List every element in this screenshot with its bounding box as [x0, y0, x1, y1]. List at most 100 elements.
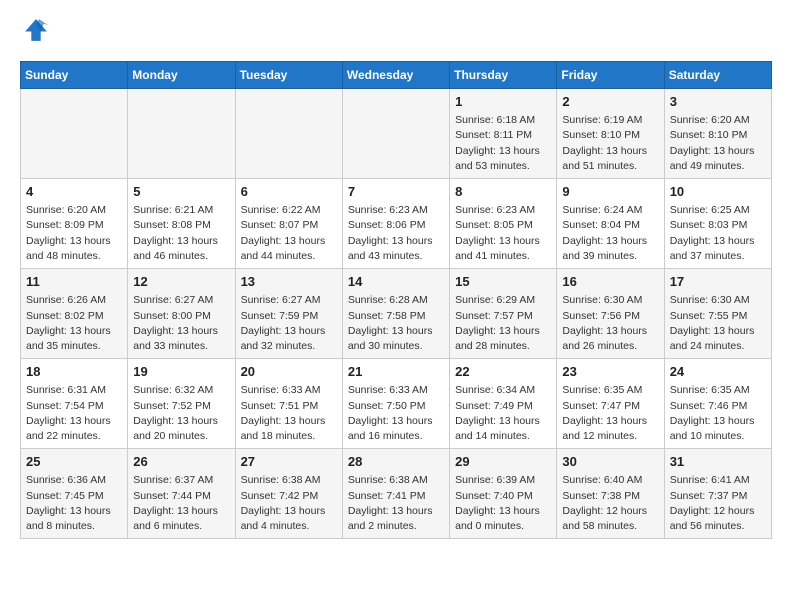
day-info: Sunrise: 6:39 AM Sunset: 7:40 PM Dayligh… [455, 473, 551, 534]
calendar-cell: 7Sunrise: 6:23 AM Sunset: 8:06 PM Daylig… [342, 179, 449, 269]
calendar-cell: 17 Sunrise: 6:30 AM Sunset: 7:55 PM Dayli… [664, 269, 771, 359]
calendar-cell: 14 Sunrise: 6:28 AM Sunset: 7:58 PM Dayli… [342, 269, 449, 359]
day-info: Sunrise: 6:20 AM Sunset: 8:09 PM Dayligh… [26, 203, 122, 264]
weekday-header-saturday: Saturday [664, 62, 771, 89]
day-number: 12 [133, 273, 229, 291]
day-number: 15 [455, 273, 551, 291]
calendar-cell: 22Sunrise: 6:34 AM Sunset: 7:49 PM Dayli… [450, 359, 557, 449]
day-number: 24 [670, 363, 766, 381]
calendar-cell: 25 Sunrise: 6:36 AM Sunset: 7:45 PM Dayli… [21, 449, 128, 539]
day-number: 27 [241, 453, 337, 471]
calendar-week-5: 25 Sunrise: 6:36 AM Sunset: 7:45 PM Dayli… [21, 449, 772, 539]
logo-icon [22, 16, 50, 44]
calendar-cell: 21 Sunrise: 6:33 AM Sunset: 7:50 PM Dayli… [342, 359, 449, 449]
calendar-cell: 5 Sunrise: 6:21 AM Sunset: 8:08 PM Daylig… [128, 179, 235, 269]
day-info: Sunrise: 6:26 AM Sunset: 8:02 PM Dayligh… [26, 293, 122, 354]
day-info: Sunrise: 6:23 AM Sunset: 8:06 PM Dayligh… [348, 203, 444, 264]
logo [20, 16, 50, 49]
calendar-cell: 27 Sunrise: 6:38 AM Sunset: 7:42 PM Dayli… [235, 449, 342, 539]
day-number: 1 [455, 93, 551, 111]
weekday-header-tuesday: Tuesday [235, 62, 342, 89]
weekday-header-sunday: Sunday [21, 62, 128, 89]
calendar-cell: 20 Sunrise: 6:33 AM Sunset: 7:51 PM Dayli… [235, 359, 342, 449]
calendar-cell: 11 Sunrise: 6:26 AM Sunset: 8:02 PM Dayli… [21, 269, 128, 359]
day-info: Sunrise: 6:33 AM Sunset: 7:51 PM Dayligh… [241, 383, 337, 444]
day-number: 10 [670, 183, 766, 201]
calendar-cell: 12 Sunrise: 6:27 AM Sunset: 8:00 PM Dayli… [128, 269, 235, 359]
calendar-cell [128, 89, 235, 179]
day-info: Sunrise: 6:37 AM Sunset: 7:44 PM Dayligh… [133, 473, 229, 534]
calendar-cell [21, 89, 128, 179]
day-number: 16 [562, 273, 658, 291]
day-info: Sunrise: 6:35 AM Sunset: 7:46 PM Dayligh… [670, 383, 766, 444]
day-number: 26 [133, 453, 229, 471]
day-info: Sunrise: 6:27 AM Sunset: 8:00 PM Dayligh… [133, 293, 229, 354]
day-number: 8 [455, 183, 551, 201]
day-info: Sunrise: 6:25 AM Sunset: 8:03 PM Dayligh… [670, 203, 766, 264]
day-info: Sunrise: 6:41 AM Sunset: 7:37 PM Dayligh… [670, 473, 766, 534]
calendar-cell [342, 89, 449, 179]
day-info: Sunrise: 6:18 AM Sunset: 8:11 PM Dayligh… [455, 113, 551, 174]
day-info: Sunrise: 6:30 AM Sunset: 7:56 PM Dayligh… [562, 293, 658, 354]
day-info: Sunrise: 6:40 AM Sunset: 7:38 PM Dayligh… [562, 473, 658, 534]
calendar-cell: 29Sunrise: 6:39 AM Sunset: 7:40 PM Dayli… [450, 449, 557, 539]
weekday-header-friday: Friday [557, 62, 664, 89]
calendar-cell: 9Sunrise: 6:24 AM Sunset: 8:04 PM Daylig… [557, 179, 664, 269]
day-info: Sunrise: 6:23 AM Sunset: 8:05 PM Dayligh… [455, 203, 551, 264]
calendar-week-3: 11 Sunrise: 6:26 AM Sunset: 8:02 PM Dayli… [21, 269, 772, 359]
day-number: 18 [26, 363, 122, 381]
day-info: Sunrise: 6:32 AM Sunset: 7:52 PM Dayligh… [133, 383, 229, 444]
weekday-header-monday: Monday [128, 62, 235, 89]
calendar-cell: 24 Sunrise: 6:35 AM Sunset: 7:46 PM Dayli… [664, 359, 771, 449]
day-info: Sunrise: 6:36 AM Sunset: 7:45 PM Dayligh… [26, 473, 122, 534]
day-number: 21 [348, 363, 444, 381]
day-number: 5 [133, 183, 229, 201]
day-info: Sunrise: 6:19 AM Sunset: 8:10 PM Dayligh… [562, 113, 658, 174]
day-number: 11 [26, 273, 122, 291]
weekday-header-wednesday: Wednesday [342, 62, 449, 89]
day-info: Sunrise: 6:38 AM Sunset: 7:42 PM Dayligh… [241, 473, 337, 534]
calendar-cell: 23 Sunrise: 6:35 AM Sunset: 7:47 PM Dayli… [557, 359, 664, 449]
day-info: Sunrise: 6:35 AM Sunset: 7:47 PM Dayligh… [562, 383, 658, 444]
day-number: 4 [26, 183, 122, 201]
calendar-table: SundayMondayTuesdayWednesdayThursdayFrid… [20, 61, 772, 539]
calendar-header: SundayMondayTuesdayWednesdayThursdayFrid… [21, 62, 772, 89]
day-number: 14 [348, 273, 444, 291]
day-info: Sunrise: 6:34 AM Sunset: 7:49 PM Dayligh… [455, 383, 551, 444]
day-number: 6 [241, 183, 337, 201]
calendar-week-1: 1 Sunrise: 6:18 AM Sunset: 8:11 PM Daylig… [21, 89, 772, 179]
day-number: 9 [562, 183, 658, 201]
day-number: 3 [670, 93, 766, 111]
day-number: 2 [562, 93, 658, 111]
day-number: 17 [670, 273, 766, 291]
day-number: 20 [241, 363, 337, 381]
day-info: Sunrise: 6:30 AM Sunset: 7:55 PM Dayligh… [670, 293, 766, 354]
day-info: Sunrise: 6:21 AM Sunset: 8:08 PM Dayligh… [133, 203, 229, 264]
calendar-cell: 13Sunrise: 6:27 AM Sunset: 7:59 PM Dayli… [235, 269, 342, 359]
calendar-cell: 28 Sunrise: 6:38 AM Sunset: 7:41 PM Dayli… [342, 449, 449, 539]
calendar-cell: 2 Sunrise: 6:19 AM Sunset: 8:10 PM Daylig… [557, 89, 664, 179]
calendar-cell: 4 Sunrise: 6:20 AM Sunset: 8:09 PM Daylig… [21, 179, 128, 269]
calendar-cell: 6 Sunrise: 6:22 AM Sunset: 8:07 PM Daylig… [235, 179, 342, 269]
calendar-cell: 10 Sunrise: 6:25 AM Sunset: 8:03 PM Dayli… [664, 179, 771, 269]
calendar-week-2: 4 Sunrise: 6:20 AM Sunset: 8:09 PM Daylig… [21, 179, 772, 269]
calendar-cell: 30Sunrise: 6:40 AM Sunset: 7:38 PM Dayli… [557, 449, 664, 539]
day-number: 23 [562, 363, 658, 381]
day-number: 31 [670, 453, 766, 471]
day-number: 25 [26, 453, 122, 471]
calendar-cell: 1 Sunrise: 6:18 AM Sunset: 8:11 PM Daylig… [450, 89, 557, 179]
calendar-cell: 16 Sunrise: 6:30 AM Sunset: 7:56 PM Dayli… [557, 269, 664, 359]
day-info: Sunrise: 6:28 AM Sunset: 7:58 PM Dayligh… [348, 293, 444, 354]
day-number: 28 [348, 453, 444, 471]
calendar-cell: 18Sunrise: 6:31 AM Sunset: 7:54 PM Dayli… [21, 359, 128, 449]
calendar-cell: 31 Sunrise: 6:41 AM Sunset: 7:37 PM Dayli… [664, 449, 771, 539]
calendar-week-4: 18Sunrise: 6:31 AM Sunset: 7:54 PM Dayli… [21, 359, 772, 449]
day-info: Sunrise: 6:20 AM Sunset: 8:10 PM Dayligh… [670, 113, 766, 174]
day-info: Sunrise: 6:22 AM Sunset: 8:07 PM Dayligh… [241, 203, 337, 264]
day-info: Sunrise: 6:29 AM Sunset: 7:57 PM Dayligh… [455, 293, 551, 354]
day-number: 13 [241, 273, 337, 291]
calendar-cell: 19Sunrise: 6:32 AM Sunset: 7:52 PM Dayli… [128, 359, 235, 449]
calendar-cell: 26 Sunrise: 6:37 AM Sunset: 7:44 PM Dayli… [128, 449, 235, 539]
day-info: Sunrise: 6:33 AM Sunset: 7:50 PM Dayligh… [348, 383, 444, 444]
day-info: Sunrise: 6:38 AM Sunset: 7:41 PM Dayligh… [348, 473, 444, 534]
